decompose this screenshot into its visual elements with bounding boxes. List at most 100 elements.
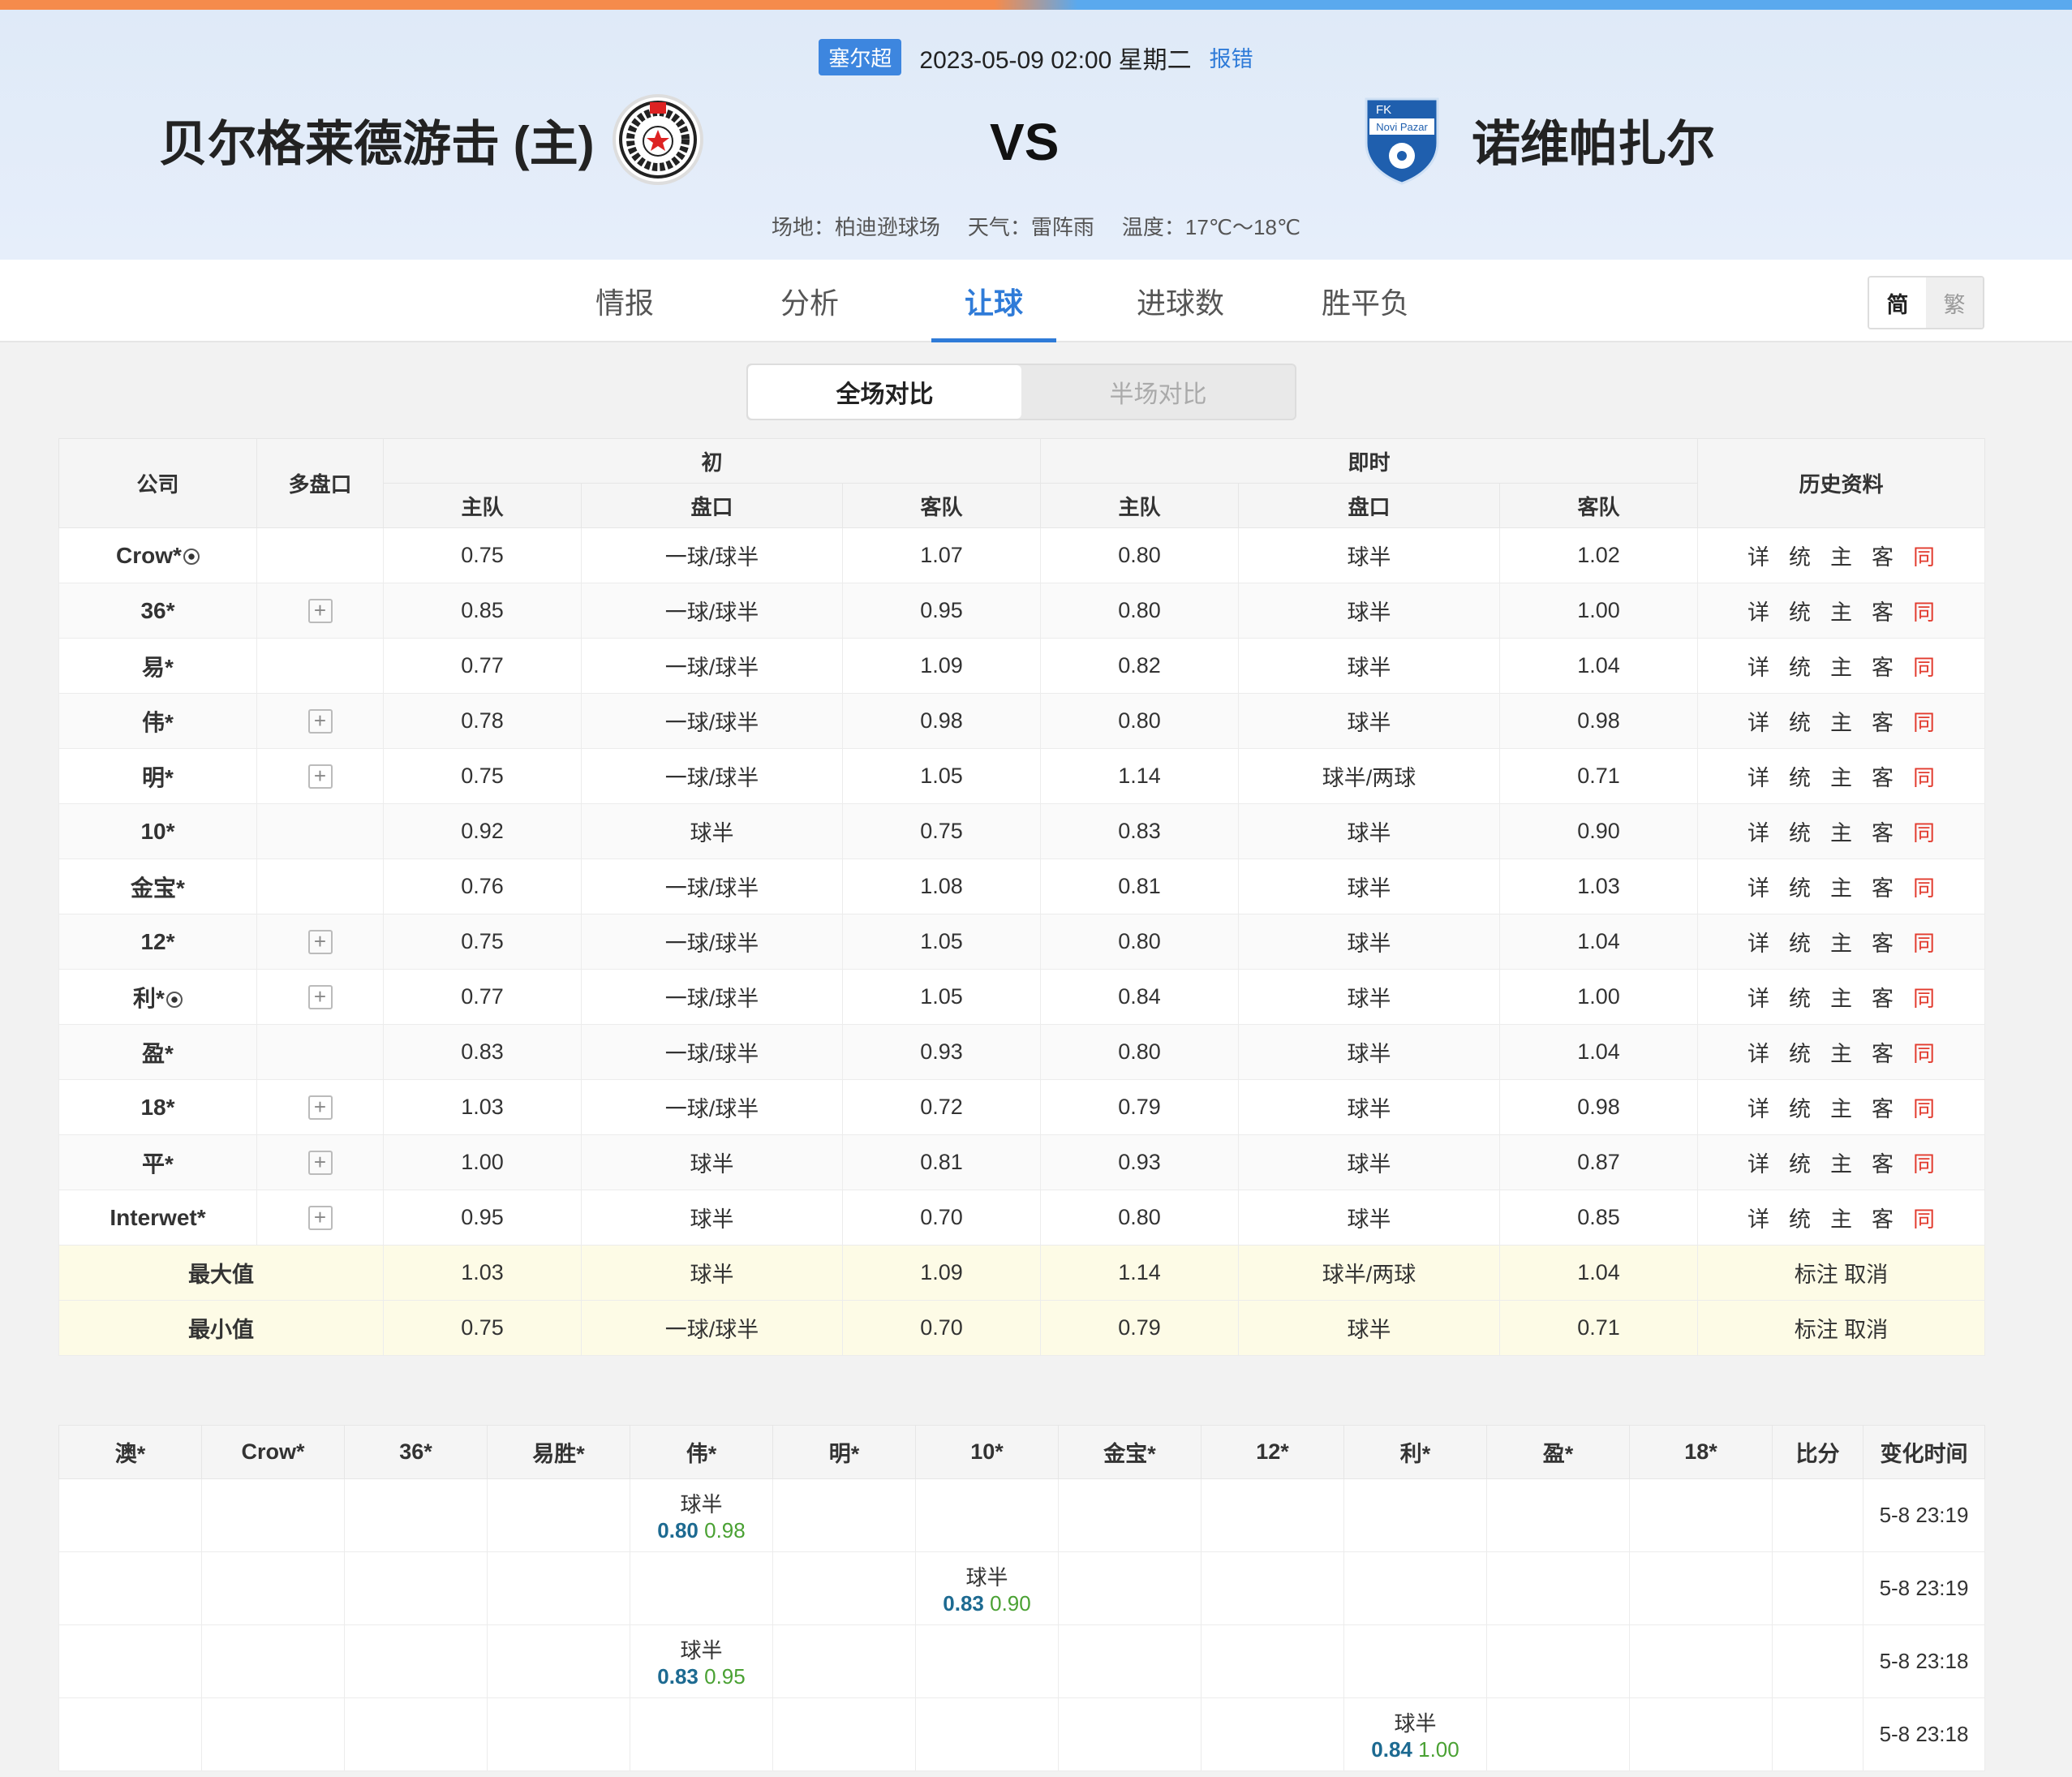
company-cell[interactable]: 36* bbox=[58, 583, 257, 639]
company-cell[interactable]: 易* bbox=[58, 638, 257, 694]
history-link[interactable]: 同 bbox=[1913, 1091, 1935, 1123]
history-link[interactable]: 详 bbox=[1747, 650, 1769, 682]
history-link[interactable]: 主 bbox=[1830, 595, 1852, 626]
history-link[interactable]: 同 bbox=[1913, 1147, 1935, 1178]
history-link[interactable]: 客 bbox=[1872, 981, 1894, 1013]
history-link[interactable]: 同 bbox=[1913, 650, 1935, 682]
company-name[interactable]: 36* bbox=[140, 598, 174, 623]
cancel-link[interactable]: 取消 bbox=[1844, 1263, 1888, 1287]
company-name[interactable]: 12* bbox=[140, 929, 174, 954]
history-link[interactable]: 详 bbox=[1747, 1036, 1769, 1068]
simplified-button[interactable]: 简 bbox=[1869, 278, 1926, 328]
history-link[interactable]: 统 bbox=[1789, 981, 1811, 1013]
history-link[interactable]: 主 bbox=[1830, 871, 1852, 902]
company-cell[interactable]: Crow* bbox=[58, 527, 257, 583]
history-link[interactable]: 客 bbox=[1872, 705, 1894, 737]
history-link[interactable]: 详 bbox=[1747, 1147, 1769, 1178]
company-name[interactable]: 盈* bbox=[142, 1041, 174, 1066]
company-name[interactable]: Interwet* bbox=[110, 1205, 205, 1230]
half-time-compare-button[interactable]: 半场对比 bbox=[1021, 365, 1295, 419]
history-link[interactable]: 统 bbox=[1789, 705, 1811, 737]
history-link[interactable]: 客 bbox=[1872, 650, 1894, 682]
history-link[interactable]: 主 bbox=[1830, 981, 1852, 1013]
history-link[interactable]: 同 bbox=[1913, 1036, 1935, 1068]
history-link[interactable]: 统 bbox=[1789, 1091, 1811, 1123]
history-link[interactable]: 主 bbox=[1830, 760, 1852, 792]
history-link[interactable]: 详 bbox=[1747, 1091, 1769, 1123]
company-name[interactable]: 10* bbox=[140, 819, 174, 844]
history-link[interactable]: 同 bbox=[1913, 760, 1935, 792]
history-link[interactable]: 详 bbox=[1747, 705, 1769, 737]
history-link[interactable]: 主 bbox=[1830, 705, 1852, 737]
history-link[interactable]: 详 bbox=[1747, 595, 1769, 626]
history-link[interactable]: 主 bbox=[1830, 926, 1852, 957]
history-link[interactable]: 详 bbox=[1747, 926, 1769, 957]
history-link[interactable]: 统 bbox=[1789, 595, 1811, 626]
history-link[interactable]: 统 bbox=[1789, 815, 1811, 847]
company-cell[interactable]: 明* bbox=[58, 748, 257, 804]
full-time-compare-button[interactable]: 全场对比 bbox=[748, 365, 1021, 419]
company-name[interactable]: 利* bbox=[133, 986, 165, 1011]
company-name[interactable]: Crow* bbox=[116, 543, 182, 568]
history-link[interactable]: 同 bbox=[1913, 595, 1935, 626]
history-link[interactable]: 详 bbox=[1747, 871, 1769, 902]
company-cell[interactable]: 平* bbox=[58, 1134, 257, 1190]
history-link[interactable]: 统 bbox=[1789, 1036, 1811, 1068]
history-link[interactable]: 客 bbox=[1872, 1091, 1894, 1123]
cancel-link[interactable]: 取消 bbox=[1844, 1318, 1888, 1342]
history-link[interactable]: 主 bbox=[1830, 1202, 1852, 1233]
expand-plus-icon[interactable]: + bbox=[307, 599, 333, 623]
history-link[interactable]: 统 bbox=[1789, 650, 1811, 682]
history-link[interactable]: 同 bbox=[1913, 705, 1935, 737]
company-name[interactable]: 18* bbox=[140, 1095, 174, 1120]
away-team-logo[interactable]: FK Novi Pazar bbox=[1356, 94, 1447, 185]
tab-analysis[interactable]: 分析 bbox=[753, 260, 866, 342]
history-link[interactable]: 客 bbox=[1872, 1147, 1894, 1178]
expand-plus-icon[interactable]: + bbox=[307, 985, 333, 1009]
history-link[interactable]: 客 bbox=[1872, 926, 1894, 957]
history-link[interactable]: 同 bbox=[1913, 815, 1935, 847]
expand-plus-icon[interactable]: + bbox=[307, 1095, 333, 1120]
history-link[interactable]: 统 bbox=[1789, 1202, 1811, 1233]
tab-1x2[interactable]: 胜平负 bbox=[1305, 260, 1426, 342]
history-link[interactable]: 详 bbox=[1747, 981, 1769, 1013]
away-team[interactable]: FK Novi Pazar 诺维帕扎尔 bbox=[1356, 91, 1715, 188]
history-link[interactable]: 主 bbox=[1830, 1036, 1852, 1068]
company-cell[interactable]: 盈* bbox=[58, 1024, 257, 1080]
history-link[interactable]: 详 bbox=[1747, 760, 1769, 792]
mark-link[interactable]: 标注 bbox=[1795, 1263, 1838, 1287]
history-link[interactable]: 客 bbox=[1872, 815, 1894, 847]
history-link[interactable]: 统 bbox=[1789, 1147, 1811, 1178]
home-team-name[interactable]: 贝尔格莱德游击 (主) bbox=[159, 105, 595, 175]
history-link[interactable]: 详 bbox=[1747, 1202, 1769, 1233]
league-badge[interactable]: 塞尔超 bbox=[819, 39, 902, 75]
home-team-logo[interactable] bbox=[612, 94, 703, 185]
history-link[interactable]: 主 bbox=[1830, 540, 1852, 571]
history-link[interactable]: 客 bbox=[1872, 595, 1894, 626]
history-link[interactable]: 主 bbox=[1830, 815, 1852, 847]
history-link[interactable]: 详 bbox=[1747, 815, 1769, 847]
history-link[interactable]: 主 bbox=[1830, 650, 1852, 682]
company-name[interactable]: 明* bbox=[142, 765, 174, 790]
history-link[interactable]: 同 bbox=[1913, 926, 1935, 957]
company-cell[interactable]: Interwet* bbox=[58, 1190, 257, 1246]
company-name[interactable]: 金宝* bbox=[131, 876, 185, 901]
expand-plus-icon[interactable]: + bbox=[307, 930, 333, 954]
history-link[interactable]: 同 bbox=[1913, 981, 1935, 1013]
tab-handicap[interactable]: 让球 bbox=[931, 260, 1056, 342]
home-team[interactable]: 贝尔格莱德游击 (主) bbox=[159, 91, 703, 188]
history-link[interactable]: 统 bbox=[1789, 540, 1811, 571]
expand-plus-icon[interactable]: + bbox=[307, 1206, 333, 1230]
expand-plus-icon[interactable]: + bbox=[307, 764, 333, 789]
company-name[interactable]: 平* bbox=[142, 1151, 174, 1177]
company-cell[interactable]: 伟* bbox=[58, 693, 257, 749]
history-link[interactable]: 详 bbox=[1747, 540, 1769, 571]
history-link[interactable]: 同 bbox=[1913, 540, 1935, 571]
history-link[interactable]: 主 bbox=[1830, 1091, 1852, 1123]
history-link[interactable]: 统 bbox=[1789, 871, 1811, 902]
tab-intel[interactable]: 情报 bbox=[568, 260, 681, 342]
history-link[interactable]: 同 bbox=[1913, 1202, 1935, 1233]
history-link[interactable]: 同 bbox=[1913, 871, 1935, 902]
company-cell[interactable]: 利* bbox=[58, 969, 257, 1025]
company-cell[interactable]: 18* bbox=[58, 1079, 257, 1135]
